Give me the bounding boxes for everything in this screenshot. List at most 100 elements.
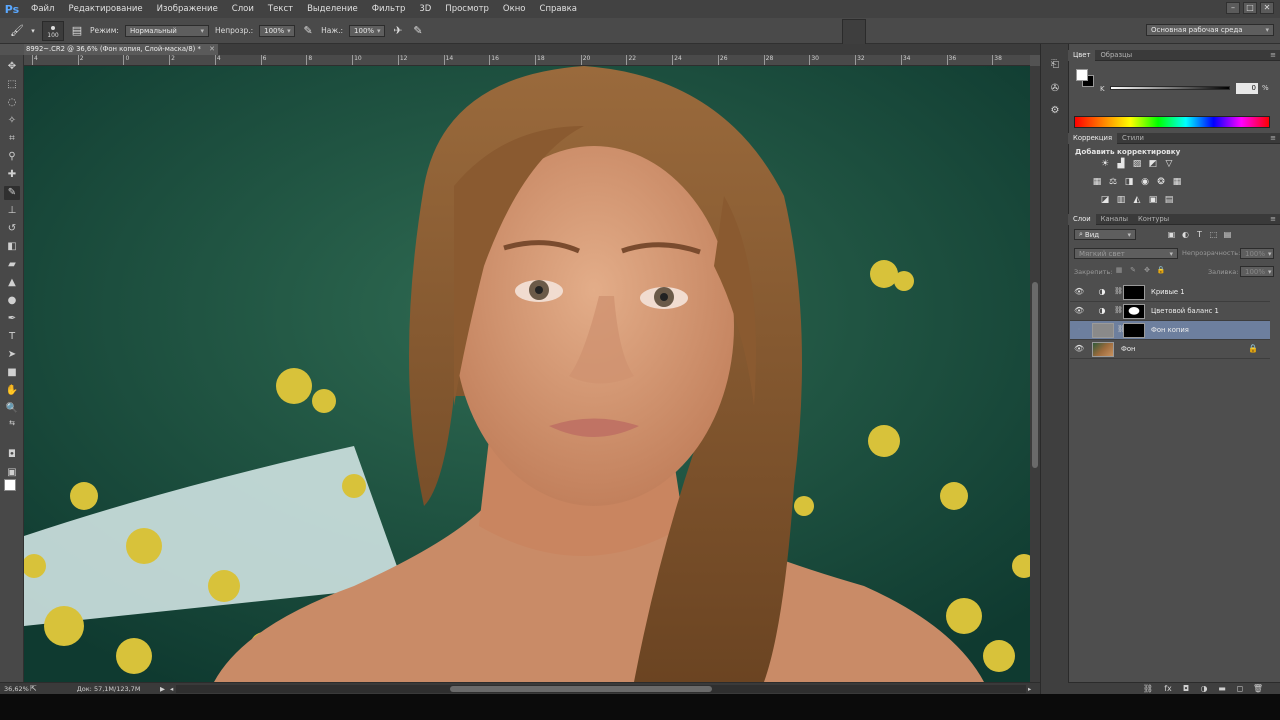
k-channel-slider[interactable]	[1110, 86, 1230, 90]
lock-all-icon[interactable]: 🔒	[1156, 266, 1166, 276]
layer-row-background[interactable]: 👁 Фон 🔒	[1070, 340, 1270, 359]
hue-saturation-icon[interactable]: ▦	[1091, 177, 1103, 188]
mode-select[interactable]: Нормальный	[124, 24, 209, 37]
actions-panel-icon[interactable]: ✇	[1048, 82, 1062, 96]
foreground-color-swatch[interactable]	[4, 479, 16, 491]
selective-color-icon[interactable]: ▣	[1147, 195, 1159, 206]
tab-swatches[interactable]: Образцы	[1095, 50, 1137, 61]
healing-brush-tool-icon[interactable]: ✚	[4, 168, 20, 182]
blur-tool-icon[interactable]: ▲	[4, 276, 20, 290]
filter-pixel-icon[interactable]: ▣	[1166, 229, 1177, 240]
layer-opacity-input[interactable]: 100%	[1240, 248, 1274, 259]
color-lookup-icon[interactable]: ▦	[1171, 177, 1183, 188]
tab-styles[interactable]: Стили	[1117, 133, 1149, 144]
swap-colors-icon[interactable]: ⇆	[4, 416, 20, 430]
status-menu-arrow-icon[interactable]: ▶	[160, 685, 165, 693]
brightness-contrast-icon[interactable]: ☀	[1099, 159, 1111, 170]
eye-icon[interactable]: 👁	[1074, 306, 1084, 316]
eyedropper-tool-icon[interactable]: ⚲	[4, 150, 20, 164]
tool-preset-dropdown-icon[interactable]: ▾	[30, 24, 36, 38]
document-canvas[interactable]	[24, 66, 1030, 682]
panel-foreground-color[interactable]	[1076, 69, 1088, 81]
history-brush-tool-icon[interactable]: ↺	[4, 222, 20, 236]
menu-image[interactable]: Изображение	[150, 0, 225, 18]
tab-channels[interactable]: Каналы	[1096, 214, 1133, 225]
layer-name[interactable]: Фон копия	[1151, 321, 1189, 340]
layer-style-icon[interactable]: fx	[1162, 684, 1174, 694]
menu-file[interactable]: Файл	[24, 0, 61, 18]
layer-row-curves[interactable]: 👁 ◑ ⛓ Кривые 1	[1070, 283, 1270, 302]
layer-filter-select[interactable]: ⌕ Вид	[1074, 229, 1136, 240]
tab-color[interactable]: Цвет	[1068, 49, 1096, 61]
menu-filter[interactable]: Фильтр	[365, 0, 413, 18]
tablet-size-icon[interactable]: ✎	[411, 24, 425, 38]
posterize-icon[interactable]: ▥	[1115, 195, 1127, 206]
close-button[interactable]: ✕	[1260, 2, 1274, 14]
move-tool-icon[interactable]: ✥	[4, 60, 20, 74]
panel-menu-icon[interactable]: ≡	[1270, 133, 1276, 144]
color-balance-icon[interactable]: ⚖	[1107, 177, 1119, 188]
share-icon[interactable]: ⇱	[30, 684, 37, 693]
lock-position-icon[interactable]: ✥	[1142, 266, 1152, 276]
clone-stamp-tool-icon[interactable]: ⊥	[4, 204, 20, 218]
filter-shape-icon[interactable]: ⬚	[1208, 229, 1219, 240]
menu-window[interactable]: Окно	[496, 0, 533, 18]
history-panel-icon[interactable]: ⎗	[1048, 58, 1062, 72]
link-icon[interactable]: ⛓	[1114, 287, 1123, 297]
zoom-level[interactable]: 36,62%	[0, 685, 30, 693]
filter-smart-object-icon[interactable]: ▤	[1222, 229, 1233, 240]
maximize-button[interactable]: □	[1243, 2, 1257, 14]
tab-paths[interactable]: Контуры	[1133, 214, 1174, 225]
brush-panel-toggle-icon[interactable]: ▤	[70, 24, 84, 38]
hand-tool-icon[interactable]: ✋	[4, 384, 20, 398]
layer-mask-thumbnail[interactable]	[1123, 323, 1145, 338]
scroll-left-icon[interactable]: ◂	[170, 685, 173, 693]
quick-select-tool-icon[interactable]: ✧	[4, 114, 20, 128]
path-select-tool-icon[interactable]: ➤	[4, 348, 20, 362]
lock-image-icon[interactable]: ✎	[1128, 266, 1138, 276]
exposure-icon[interactable]: ◩	[1147, 159, 1159, 170]
paint-bucket-tool-icon[interactable]: ▰	[4, 258, 20, 272]
menu-3d[interactable]: 3D	[412, 0, 438, 18]
link-icon[interactable]: ⛓	[1114, 306, 1123, 316]
document-tab[interactable]: 8992~.CR2 @ 36,6% (Фон копия, Слой-маска…	[24, 44, 218, 55]
black-white-icon[interactable]: ◨	[1123, 177, 1135, 188]
screen-mode-icon[interactable]: ▣	[4, 466, 20, 480]
properties-panel-icon[interactable]: ⚙	[1048, 104, 1062, 118]
tablet-opacity-icon[interactable]: ✎	[301, 24, 315, 38]
link-layers-icon[interactable]: ⛓	[1142, 684, 1154, 694]
crop-tool-icon[interactable]: ⌗	[4, 132, 20, 146]
layer-row-color-balance[interactable]: 👁 ◑ ⛓ Цветовой баланс 1	[1070, 302, 1270, 321]
scroll-right-icon[interactable]: ▸	[1028, 685, 1031, 693]
quick-mask-icon[interactable]: ◘	[4, 448, 20, 462]
menu-type[interactable]: Текст	[261, 0, 300, 18]
layer-row-background-copy[interactable]: · ⛓ Фон копия	[1070, 321, 1270, 340]
opacity-input[interactable]: 100%	[259, 24, 296, 37]
layer-name[interactable]: Цветовой баланс 1	[1151, 302, 1219, 321]
gradient-map-icon[interactable]: ▤	[1163, 195, 1175, 206]
eye-hidden-icon[interactable]: ·	[1074, 325, 1084, 335]
filter-type-icon[interactable]: T	[1194, 229, 1205, 240]
canvas-horizontal-scroll-thumb[interactable]	[450, 686, 712, 692]
invert-icon[interactable]: ◪	[1099, 195, 1111, 206]
tab-close-icon[interactable]: ✕	[209, 44, 215, 55]
layer-name[interactable]: Кривые 1	[1151, 283, 1185, 302]
panel-menu-icon[interactable]: ≡	[1270, 50, 1276, 61]
channel-mixer-icon[interactable]: ❂	[1155, 177, 1167, 188]
menu-layer[interactable]: Слои	[225, 0, 261, 18]
vibrance-icon[interactable]: ▽	[1163, 159, 1175, 170]
pressure-input[interactable]: 100%	[349, 24, 386, 37]
zoom-tool-icon[interactable]: 🔍	[4, 402, 20, 416]
delete-layer-icon[interactable]: 🗑	[1252, 684, 1264, 694]
canvas-horizontal-scrollbar[interactable]	[176, 685, 1026, 693]
menu-view[interactable]: Просмотр	[438, 0, 496, 18]
workspace-select[interactable]: Основная рабочая среда	[1146, 24, 1274, 36]
menu-edit[interactable]: Редактирование	[61, 0, 149, 18]
new-layer-icon[interactable]: ◻	[1234, 684, 1246, 694]
eye-icon[interactable]: 👁	[1074, 344, 1084, 354]
type-tool-icon[interactable]: T	[4, 330, 20, 344]
marquee-tool-icon[interactable]: ⬚	[4, 78, 20, 92]
brush-size-picker[interactable]: 100	[42, 20, 64, 41]
shape-tool-icon[interactable]: ■	[4, 366, 20, 380]
brush-tool-icon[interactable]: ✎	[4, 186, 20, 200]
